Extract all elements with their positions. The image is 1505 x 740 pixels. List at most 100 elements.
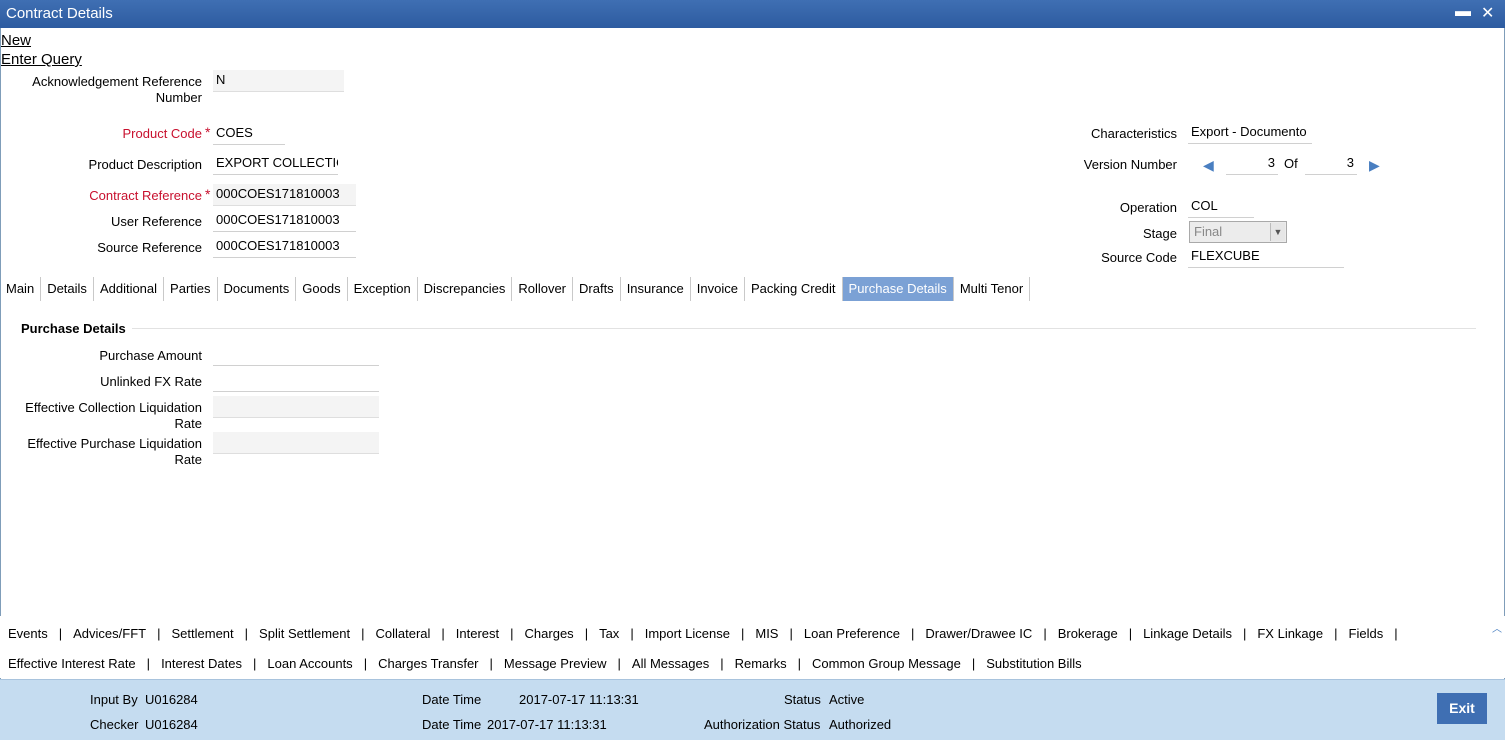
tab-packing-credit[interactable]: Packing Credit [745, 277, 843, 301]
tab-main[interactable]: Main [0, 277, 42, 301]
tab-parties[interactable]: Parties [164, 277, 218, 301]
subscreen-link-mis[interactable]: MIS [755, 626, 778, 641]
subscreen-link-all-messages[interactable]: All Messages [632, 656, 709, 671]
subscreen-link-remarks[interactable]: Remarks [735, 656, 787, 671]
link-separator: | [510, 626, 514, 641]
version-total-field[interactable]: 3 [1305, 153, 1357, 175]
ack-ref-field[interactable]: N [213, 70, 344, 92]
input-by-label: Input By [90, 692, 138, 707]
checker-value: U016284 [145, 717, 198, 732]
link-separator: | [253, 656, 257, 671]
version-current-field[interactable]: 3 [1226, 153, 1278, 175]
subscreen-link-interest[interactable]: Interest [456, 626, 499, 641]
subscreen-link-interest-dates[interactable]: Interest Dates [161, 656, 242, 671]
link-separator: | [584, 626, 589, 641]
link-separator: | [361, 626, 365, 641]
subscreen-link-drawer-drawee-ic[interactable]: Drawer/Drawee IC [925, 626, 1032, 641]
subscreen-link-linkage-details[interactable]: Linkage Details [1143, 626, 1232, 641]
subscreen-link-loan-accounts[interactable]: Loan Accounts [267, 656, 352, 671]
tab-additional[interactable]: Additional [94, 277, 165, 301]
tab-drafts[interactable]: Drafts [573, 277, 621, 301]
product-code-field[interactable]: COES [213, 123, 285, 145]
effective-collection-rate-field[interactable] [213, 396, 379, 418]
tab-discrepancies[interactable]: Discrepancies [418, 277, 513, 301]
operation-label: Operation [1119, 200, 1177, 215]
required-marker: * [205, 124, 211, 140]
audit-footer: Input By U016284 Checker U016284 Date Ti… [0, 679, 1505, 740]
subscreen-link-loan-preference[interactable]: Loan Preference [804, 626, 900, 641]
link-separator: | [1394, 626, 1398, 641]
contract-reference-field[interactable]: 000COES171810003 [213, 184, 356, 206]
subscreen-link-effective-interest-rate[interactable]: Effective Interest Rate [8, 656, 136, 671]
user-reference-field[interactable]: 000COES171810003 [213, 210, 356, 232]
link-separator: | [146, 656, 151, 671]
characteristics-field[interactable]: Export - Documento [1188, 122, 1312, 144]
source-code-field[interactable]: FLEXCUBE [1188, 246, 1344, 268]
datetime-label: Date Time [422, 692, 482, 707]
stage-select[interactable]: Final ▼ [1189, 221, 1287, 243]
subscreen-link-charges[interactable]: Charges [525, 626, 574, 641]
subscreen-link-settlement[interactable]: Settlement [172, 626, 234, 641]
tab-insurance[interactable]: Insurance [621, 277, 691, 301]
chevron-up-icon[interactable]: ︿ [1492, 620, 1502, 635]
contract-reference-label: Contract Reference [89, 188, 202, 203]
tab-documents[interactable]: Documents [218, 277, 297, 301]
exit-button[interactable]: Exit [1437, 693, 1487, 724]
minimize-icon[interactable]: ▬ [1455, 3, 1471, 21]
triangle-left-icon[interactable]: ◀ [1203, 157, 1214, 174]
subscreen-link-charges-transfer[interactable]: Charges Transfer [378, 656, 478, 671]
triangle-right-icon[interactable]: ▶ [1369, 157, 1380, 174]
effective-purchase-rate-field[interactable] [213, 432, 379, 454]
close-icon[interactable]: ✕ [1481, 3, 1494, 23]
tab-purchase-details[interactable]: Purchase Details [842, 277, 954, 301]
link-separator: | [157, 626, 161, 641]
subscreen-link-common-group-message[interactable]: Common Group Message [812, 656, 961, 671]
characteristics-label: Characteristics [1091, 126, 1177, 141]
source-reference-field[interactable]: 000COES171810003 [213, 236, 356, 258]
link-separator: | [971, 656, 976, 671]
new-link[interactable]: New [1, 32, 31, 49]
subscreen-link-collateral[interactable]: Collateral [375, 626, 430, 641]
link-separator: | [489, 656, 493, 671]
tab-bar: Main Details Additional Parties Documents Goo… [0, 277, 1031, 301]
subscreen-link-fields[interactable]: Fields [1349, 626, 1384, 641]
link-separator: | [740, 626, 745, 641]
tab-invoice[interactable]: Invoice [691, 277, 745, 301]
unlinked-fx-rate-field[interactable] [213, 370, 379, 392]
tab-goods[interactable]: Goods [296, 277, 348, 301]
link-separator: | [1043, 626, 1047, 641]
enter-query-link[interactable]: Enter Query [1, 51, 82, 68]
link-separator: | [441, 626, 445, 641]
subscreen-link-split-settlement[interactable]: Split Settlement [259, 626, 350, 641]
chevron-down-icon[interactable]: ▼ [1270, 223, 1285, 241]
link-separator: | [1242, 626, 1247, 641]
subscreen-link-import-license[interactable]: Import License [645, 626, 730, 641]
status-value: Active [829, 692, 865, 707]
tab-multi-tenor[interactable]: Multi Tenor [954, 277, 1031, 301]
unlinked-fx-rate-label: Unlinked FX Rate [100, 374, 202, 389]
subscreen-link-message-preview[interactable]: Message Preview [504, 656, 607, 671]
subscreen-link-substitution-bills[interactable]: Substitution Bills [986, 656, 1081, 671]
tab-rollover[interactable]: Rollover [512, 277, 574, 301]
subscreen-link-fx-linkage[interactable]: FX Linkage [1257, 626, 1323, 641]
effective-purchase-rate-label-line2: Rate [174, 452, 202, 467]
product-description-field[interactable]: EXPORT COLLECTIO [213, 153, 338, 175]
purchase-amount-field[interactable] [213, 344, 379, 366]
tab-exception[interactable]: Exception [348, 277, 418, 301]
section-title: Purchase Details [21, 321, 126, 336]
subscreen-link-brokerage[interactable]: Brokerage [1058, 626, 1118, 641]
link-separator: | [1128, 626, 1133, 641]
subscreen-link-events[interactable]: Events [8, 626, 48, 641]
operation-field[interactable]: COL [1188, 196, 1254, 218]
effective-collection-rate-label-line2: Rate [174, 416, 202, 431]
subscreen-link-tax[interactable]: Tax [599, 626, 619, 641]
datetime-checker-value: 2017-07-17 11:13:31 [487, 717, 607, 732]
link-separator: | [1334, 626, 1338, 641]
tab-details[interactable]: Details [41, 277, 94, 301]
stage-label: Stage [1143, 226, 1177, 241]
link-separator: | [617, 656, 621, 671]
purchase-amount-label: Purchase Amount [99, 348, 202, 363]
subscreen-link-advices-fft[interactable]: Advices/FFT [73, 626, 146, 641]
effective-collection-rate-label-line1: Effective Collection Liquidation [25, 400, 202, 415]
authorization-status-label: Authorization Status [704, 717, 821, 732]
